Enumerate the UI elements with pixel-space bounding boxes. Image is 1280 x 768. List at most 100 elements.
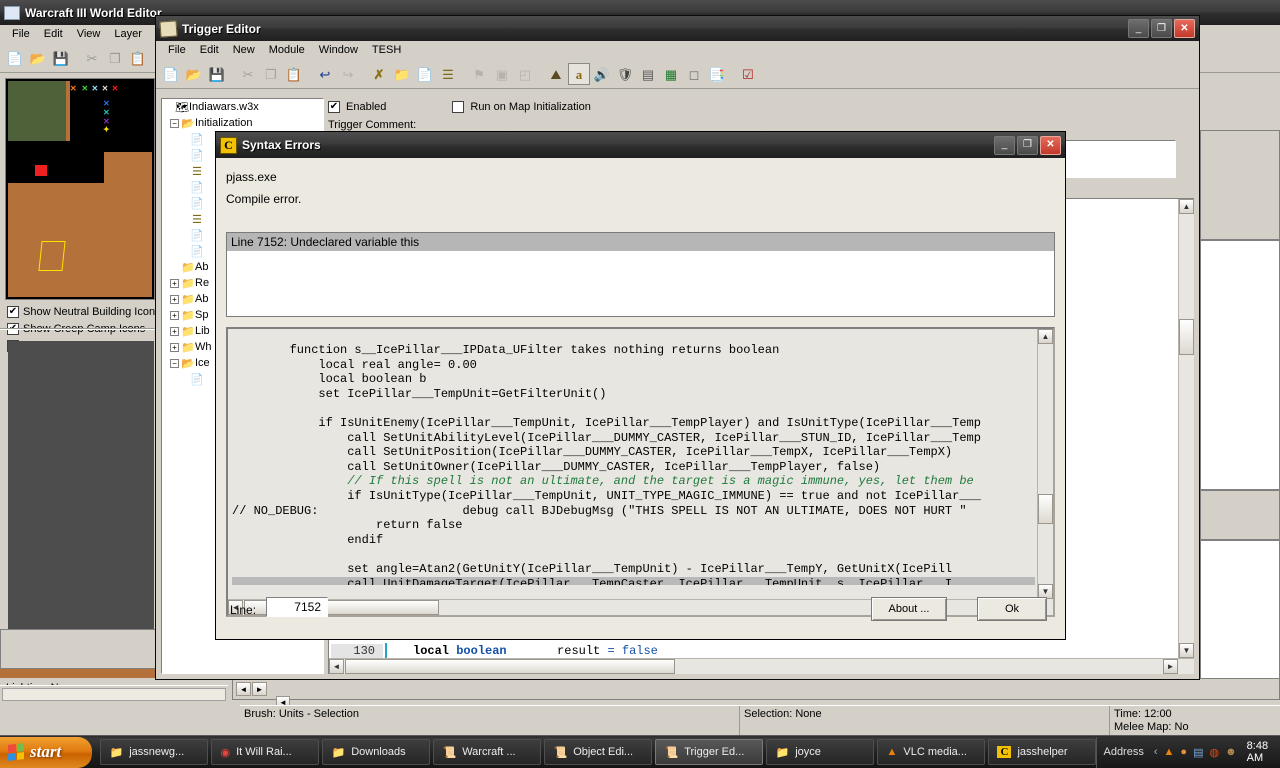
expand-expander[interactable]: +: [170, 278, 179, 288]
taskbar-item-joyce[interactable]: 📁 joyce: [766, 739, 875, 765]
we-menu-file[interactable]: File: [5, 27, 37, 41]
checkbox-tool-icon[interactable]: ☑: [737, 63, 759, 85]
checkbox-row[interactable]: ✔ Show Neutral Building Icons: [7, 303, 167, 320]
undo-arrow-icon[interactable]: ↩: [314, 63, 336, 85]
error-list-item[interactable]: Line 7152: Undeclared variable this: [227, 233, 1054, 251]
save-disk-icon[interactable]: 💾: [50, 47, 72, 69]
collapse-expander[interactable]: −: [170, 118, 179, 128]
trigger-editor-window-buttons[interactable]: _ ❐ ✕: [1128, 19, 1197, 38]
convert-to-custom-text-icon[interactable]: ▣: [491, 63, 513, 85]
taskbar-item-downloads[interactable]: 📁 Downloads: [322, 739, 431, 765]
copy-icon[interactable]: ❐: [260, 63, 282, 85]
taskbar-item-trigger-editor[interactable]: 📜 Trigger Ed...: [655, 739, 764, 765]
network-icon[interactable]: ▤: [1193, 746, 1203, 759]
bottom-scroll-strip[interactable]: [232, 678, 1280, 700]
minimize-icon[interactable]: _: [1128, 19, 1149, 38]
maximize-icon[interactable]: ❐: [1017, 135, 1038, 155]
new-variable-icon[interactable]: ◰: [514, 63, 536, 85]
export-icon[interactable]: 📑: [706, 63, 728, 85]
enabled-checkbox[interactable]: ✔: [328, 101, 340, 113]
new-file-icon[interactable]: 📄: [160, 63, 182, 85]
start-button[interactable]: start: [0, 736, 93, 768]
new-category-folder-icon[interactable]: 📁: [391, 63, 413, 85]
minimize-icon[interactable]: _: [994, 135, 1015, 155]
bottom-scroll-arrow-left[interactable]: ◄: [236, 682, 251, 696]
scroll-up-icon[interactable]: ▲: [1038, 329, 1053, 344]
delete-x-icon[interactable]: ✗: [368, 63, 390, 85]
editor-horizontal-scrollbar[interactable]: [0, 685, 228, 702]
address-toolbar-label[interactable]: Address: [1103, 746, 1147, 758]
minimap[interactable]: ✕ ✕ ✕ ✕ ✕ ✕ ✕ ✕ ✦: [8, 81, 152, 297]
sound-icon[interactable]: 🔊: [591, 63, 613, 85]
scroll-up-icon[interactable]: ▲: [1179, 199, 1194, 214]
monkey-icon[interactable]: ☻: [1225, 746, 1237, 758]
object-icon[interactable]: 🛡: [614, 63, 636, 85]
chevron-left-icon[interactable]: ‹: [1154, 746, 1158, 758]
close-icon[interactable]: ✕: [1174, 19, 1195, 38]
taskbar-item-object-editor[interactable]: 📜 Object Edi...: [544, 739, 653, 765]
redo-arrow-icon[interactable]: ↪: [337, 63, 359, 85]
expand-expander[interactable]: +: [170, 342, 179, 352]
syntax-errors-window-buttons[interactable]: _ ❐ ✕: [994, 135, 1063, 155]
new-trigger-icon[interactable]: 📄: [414, 63, 436, 85]
run-flag-icon[interactable]: ⚑: [468, 63, 490, 85]
code-vertical-scrollbar[interactable]: ▲ ▼: [1178, 199, 1194, 674]
taskbar-item-jasshelper[interactable]: C jasshelper: [988, 739, 1097, 765]
maximize-icon[interactable]: ❐: [1151, 19, 1172, 38]
cut-scissors-icon[interactable]: ✂: [237, 63, 259, 85]
we-menu-view[interactable]: View: [70, 27, 108, 41]
tree-node-map[interactable]: 🗺 Indiawars.w3x: [162, 99, 323, 115]
text-a-icon[interactable]: a: [568, 63, 590, 85]
trigger-editor-toolbar[interactable]: 📄 📂 💾 ✂ ❐ 📋 ↩ ↪ ✗ 📁 📄 ☰ ⚑ ▣ ◰ ⛰ a 🔊 🛡 ▤: [156, 60, 1199, 89]
scroll-thumb-vertical[interactable]: [1038, 494, 1053, 524]
ok-button[interactable]: Ok: [977, 597, 1047, 621]
te-menu-edit[interactable]: Edit: [193, 43, 226, 57]
taskbar-item-vlc[interactable]: ▲ VLC media...: [877, 739, 986, 765]
doodad-icon[interactable]: ◻: [683, 63, 705, 85]
copy-icon[interactable]: ❐: [104, 47, 126, 69]
tree-node-initialization[interactable]: − 📂 Initialization: [162, 115, 323, 131]
run-on-map-init-checkbox[interactable]: [452, 101, 465, 113]
taskbar-item-warcraft[interactable]: 📜 Warcraft ...: [433, 739, 542, 765]
close-icon[interactable]: ✕: [1040, 135, 1061, 155]
te-menu-window[interactable]: Window: [312, 43, 365, 57]
code-horizontal-scrollbar[interactable]: ◄ ►: [329, 658, 1194, 674]
open-folder-icon[interactable]: 📂: [183, 63, 205, 85]
import-icon[interactable]: ▤: [637, 63, 659, 85]
scroll-thumb-horizontal[interactable]: [345, 659, 675, 674]
new-comment-icon[interactable]: ☰: [437, 63, 459, 85]
te-menu-tesh[interactable]: TESH: [365, 43, 408, 57]
scroll-left-icon[interactable]: ◄: [329, 659, 344, 674]
expand-expander[interactable]: +: [170, 294, 179, 304]
taskbar-item-jassnewg[interactable]: 📁 jassnewg...: [100, 739, 209, 765]
paste-clipboard-icon[interactable]: 📋: [283, 63, 305, 85]
te-menu-module[interactable]: Module: [262, 43, 312, 57]
error-code-vertical-scrollbar[interactable]: ▲ ▼: [1037, 329, 1053, 599]
red-circle-icon[interactable]: ◍: [1209, 746, 1219, 759]
collapse-expander[interactable]: −: [170, 358, 179, 368]
clock[interactable]: 8:48 AM: [1243, 740, 1272, 764]
bottom-scroll-arrow-right[interactable]: ►: [252, 682, 267, 696]
terrain-icon[interactable]: ⛰: [545, 63, 567, 85]
minimap-panel[interactable]: ✕ ✕ ✕ ✕ ✕ ✕ ✕ ✕ ✦: [5, 78, 155, 300]
trigger-editor-titlebar[interactable]: Trigger Editor _ ❐ ✕: [156, 16, 1199, 41]
show-neutral-building-icons-checkbox[interactable]: ✔: [7, 305, 19, 318]
expand-expander[interactable]: +: [170, 326, 179, 336]
scroll-thumb-vertical[interactable]: [1179, 319, 1194, 355]
trigger-editor-menubar[interactable]: File Edit New Module Window TESH: [156, 41, 1199, 60]
cut-scissors-icon[interactable]: ✂: [81, 47, 103, 69]
unit-icon[interactable]: ▦: [660, 63, 682, 85]
syntax-errors-titlebar[interactable]: C Syntax Errors _ ❐ ✕: [216, 132, 1065, 158]
te-menu-file[interactable]: File: [161, 43, 193, 57]
scrollbar-track[interactable]: [2, 688, 226, 701]
error-code-view[interactable]: function s__IcePillar___IPData_UFilter t…: [226, 327, 1055, 617]
save-disk-icon[interactable]: 💾: [206, 63, 228, 85]
te-menu-new[interactable]: New: [226, 43, 262, 57]
taskbar-item-it-will-rain[interactable]: ◉ It Will Rai...: [211, 739, 320, 765]
we-menu-layer[interactable]: Layer: [107, 27, 149, 41]
open-folder-icon[interactable]: 📂: [27, 47, 49, 69]
new-file-icon[interactable]: 📄: [4, 47, 26, 69]
we-menu-edit[interactable]: Edit: [37, 27, 70, 41]
line-number-input[interactable]: 7152: [266, 597, 328, 617]
expand-expander[interactable]: +: [170, 310, 179, 320]
